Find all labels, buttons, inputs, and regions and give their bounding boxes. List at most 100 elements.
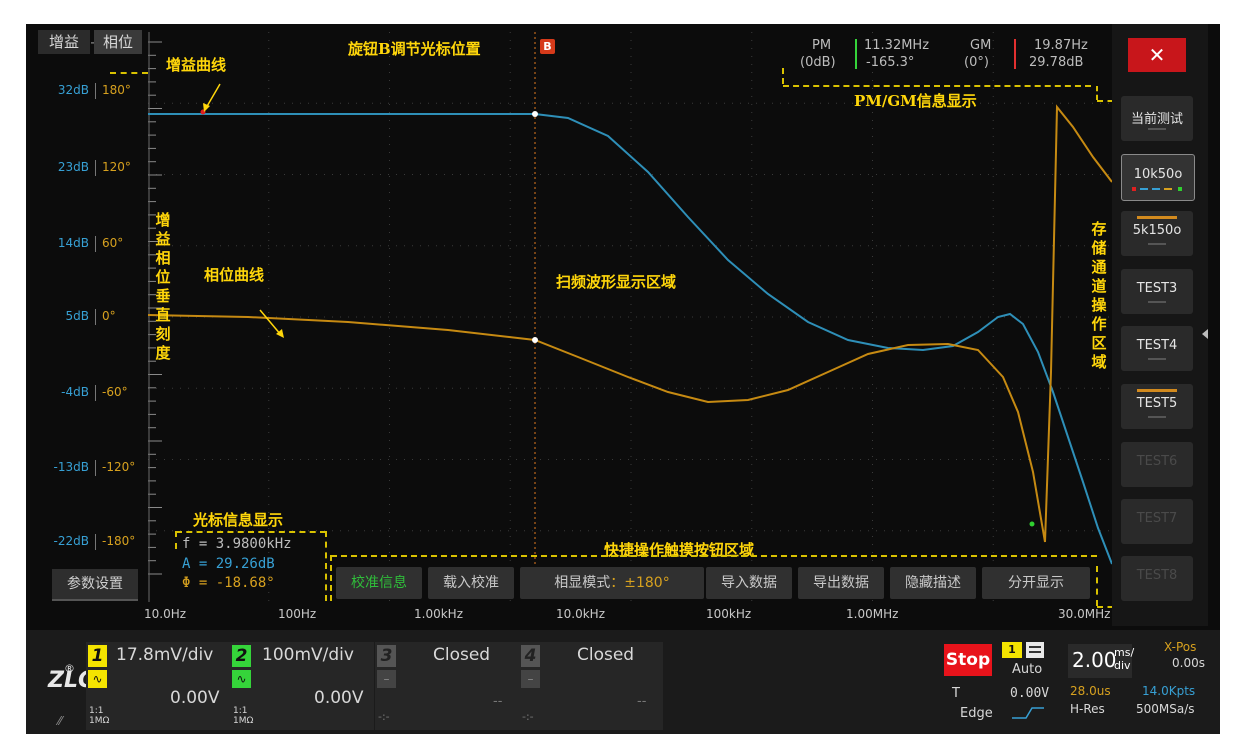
vertical-char: 刻	[155, 325, 171, 343]
ch1-coupling-icon: ∿	[88, 670, 107, 688]
ch2-coupling-icon: ∿	[232, 670, 251, 688]
gain-arrow	[205, 83, 221, 109]
phase-mode-label: 相显模式	[554, 575, 611, 591]
timebase-unit-top: ms/	[1114, 646, 1135, 659]
trigger-mode[interactable]: Auto	[1012, 662, 1042, 677]
cursor-amplitude: A = 29.26dB	[182, 556, 275, 572]
scale-row: -13dB -120°	[26, 460, 149, 480]
trigger-level[interactable]: 0.00V	[1010, 686, 1049, 701]
slot-mark	[1148, 416, 1166, 418]
frame-dash	[331, 555, 1097, 557]
import-data-button[interactable]: 导入数据	[706, 567, 792, 599]
phase-curve-annotation: 相位曲线	[204, 266, 265, 284]
pm-value: -165.3°	[866, 55, 915, 70]
scale-separator	[95, 460, 96, 476]
scale-row: 23dB 120°	[26, 160, 149, 180]
tab-gain[interactable]: 增益	[38, 30, 90, 54]
scale-db-label: 14dB	[57, 236, 89, 250]
storage-slot-5k150o[interactable]: 5k150o	[1121, 211, 1193, 256]
xpos-value[interactable]: 0.00s	[1172, 656, 1205, 670]
timebase-panel[interactable]: 2.00 ms/ div	[1068, 644, 1135, 678]
slot-mark	[1148, 243, 1166, 245]
timebase-unit-bottom: div	[1114, 659, 1131, 672]
slot-label: TEST5	[1136, 396, 1178, 411]
phase-arrow	[259, 309, 282, 336]
scale-separator	[95, 385, 96, 401]
ch2-number: 2	[232, 645, 251, 667]
storage-slot-test6[interactable]: TEST6	[1121, 442, 1193, 487]
status-bar: ZLG ® ⁄⁄ 1 ∿ 17.8mV/div 0.00V 1:1 1MΩ 2 …	[26, 630, 1220, 734]
freq-label: 1.00kHz	[414, 607, 463, 621]
split-display-button[interactable]: 分开显示	[982, 567, 1090, 599]
slot-color-red	[1132, 187, 1136, 191]
channel-1-panel[interactable]: 1 ∿ 17.8mV/div 0.00V 1:1 1MΩ	[86, 642, 230, 730]
frame-dash	[1096, 86, 1098, 100]
channel-4-panel[interactable]: 4 – Closed -- -:-	[519, 642, 663, 730]
gm-sub: (0°)	[964, 55, 989, 70]
freq-label: 10.0kHz	[556, 607, 605, 621]
scale-db-label: -22dB	[53, 534, 89, 548]
ch2-offset: 0.00V	[314, 688, 364, 708]
slot-bar	[1137, 216, 1177, 219]
vertical-char: 垂	[155, 287, 171, 305]
gm-divider	[1014, 39, 1016, 69]
vertical-char: 增	[155, 211, 171, 229]
close-button[interactable]: ✕	[1128, 38, 1186, 72]
storage-slot-test7[interactable]: TEST7	[1121, 499, 1193, 544]
trigger-source[interactable]: 1	[1002, 642, 1022, 658]
storage-slot-test8[interactable]: TEST8	[1121, 556, 1193, 601]
current-test-button[interactable]: 当前测试	[1121, 96, 1193, 141]
storage-slot-10k50o[interactable]: 10k50o	[1121, 154, 1195, 201]
tab-phase[interactable]: 相位	[94, 30, 142, 54]
run-stop-button[interactable]: Stop	[944, 644, 992, 676]
cursor-frequency: f = 3.9800kHz	[182, 536, 292, 552]
resize-grip-icon: ⁄⁄	[58, 714, 63, 728]
vertical-char: 度	[155, 344, 171, 362]
trigger-type[interactable]: Edge	[960, 706, 993, 721]
delay-value: 28.0us	[1070, 684, 1111, 698]
slot-label: TEST4	[1136, 338, 1178, 353]
cursor-info-annotation: 光标信息显示	[193, 511, 284, 529]
trigger-menu-icon[interactable]	[1026, 642, 1044, 658]
hide-desc-button[interactable]: 隐藏描述	[890, 567, 976, 599]
slot-mark	[1148, 301, 1166, 303]
sweep-area-annotation: 扫频波形显示区域	[556, 273, 677, 291]
slot-label: TEST6	[1136, 454, 1178, 469]
load-calib-button[interactable]: 载入校准	[428, 567, 514, 599]
ch3-offset: --	[493, 694, 503, 709]
slot-mark	[1148, 128, 1166, 130]
phase-curve	[148, 104, 1113, 543]
storage-slot-test5[interactable]: TEST5	[1121, 384, 1193, 429]
vertical-char: 操	[1091, 296, 1107, 314]
ch4-coupling-icon: –	[521, 670, 540, 688]
scale-separator	[95, 534, 96, 550]
calib-info-button[interactable]: 校准信息	[336, 567, 422, 599]
channel-3-panel[interactable]: 3 – Closed -- -:-	[375, 642, 519, 730]
plot-grid	[148, 32, 1114, 602]
knob-b-annotation: 旋钮B调节光标位置	[348, 40, 481, 58]
scale-deg-label: -120°	[102, 460, 136, 474]
channel-2-panel[interactable]: 2 ∿ 100mV/div 0.00V 1:1 1MΩ	[230, 642, 374, 730]
phase-mode-button[interactable]: 相显模式：±180°	[520, 567, 704, 599]
knob-b-badge: B	[540, 39, 555, 54]
gm-freq: 19.87Hz	[1034, 38, 1088, 53]
frame-dash	[1096, 566, 1098, 606]
cursor-info: f = 3.9800kHz A = 29.26dB Φ = -18.68°	[182, 534, 322, 596]
sweep-waveform-area[interactable]	[148, 32, 1114, 602]
storage-slot-test4[interactable]: TEST4	[1121, 326, 1193, 371]
pm-gm-annotation: PM/GM信息显示	[854, 92, 977, 110]
slot-label: TEST7	[1136, 511, 1178, 526]
collapse-panel-icon[interactable]	[1202, 329, 1208, 339]
vertical-char: 相	[155, 249, 171, 267]
export-data-button[interactable]: 导出数据	[798, 567, 884, 599]
storage-slot-test3[interactable]: TEST3	[1121, 269, 1193, 314]
sample-rate: 500MSa/s	[1136, 702, 1195, 716]
scale-row: 14dB 60°	[26, 236, 149, 256]
acquire-mode[interactable]: H-Res	[1070, 702, 1105, 716]
params-settings-button[interactable]: 参数设置	[52, 569, 138, 601]
slot-color-blue	[1140, 188, 1148, 190]
oscilloscope-screen: 增益 - 相位 32dB 180° 23dB 120° 14dB 60° 5dB 0° …	[26, 24, 1220, 734]
scale-deg-label: 120°	[102, 160, 131, 174]
ch3-state: Closed	[433, 645, 491, 665]
vertical-char: 储	[1091, 239, 1107, 257]
